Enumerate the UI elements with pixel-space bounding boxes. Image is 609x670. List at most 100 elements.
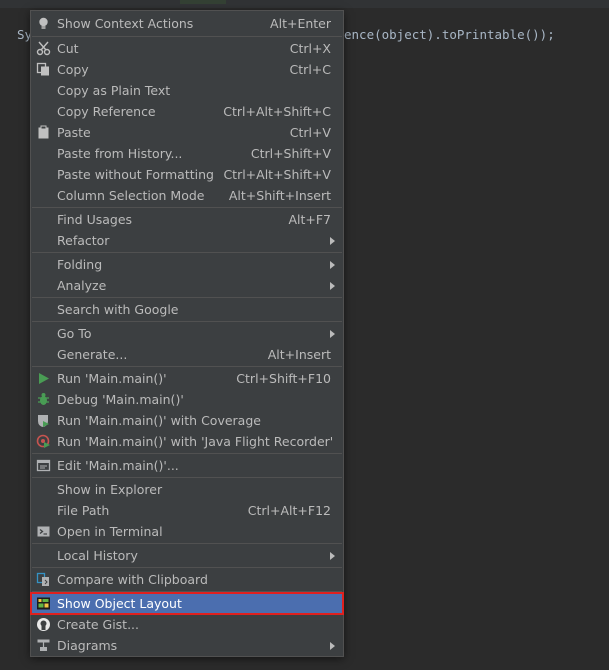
menu-item-run-with-jfr[interactable]: Run 'Main.main()' with 'Java Flight Reco… <box>31 431 343 452</box>
menu-item-label: Paste from History... <box>57 146 183 161</box>
menu-item-label: Compare with Clipboard <box>57 572 208 587</box>
menu-item-cut[interactable]: Cut Ctrl+X <box>31 38 343 59</box>
menu-item-copy-reference[interactable]: Copy Reference Ctrl+Alt+Shift+C <box>31 101 343 122</box>
menu-separator <box>32 321 342 322</box>
menu-item-label: Local History <box>57 548 138 563</box>
menu-separator <box>32 366 342 367</box>
editor-top-strip <box>0 0 609 8</box>
code-line-2-suffix[interactable]: ence(object).toPrintable()); <box>344 27 555 43</box>
editor-context-menu: Show Context Actions Alt+Enter Cut Ctrl+… <box>30 10 344 657</box>
menu-item-label: Run 'Main.main()' with 'Java Flight Reco… <box>57 434 334 449</box>
menu-item-label: Paste <box>57 125 91 140</box>
menu-item-copy-as-plain-text[interactable]: Copy as Plain Text <box>31 80 343 101</box>
menu-item-paste[interactable]: Paste Ctrl+V <box>31 122 343 143</box>
debug-icon <box>36 392 51 407</box>
menu-item-label: Copy <box>57 62 89 77</box>
menu-item-label: Analyze <box>57 278 107 293</box>
submenu-arrow-icon <box>330 261 335 269</box>
menu-item-paste-from-history[interactable]: Paste from History... Ctrl+Shift+V <box>31 143 343 164</box>
menu-item-label: Copy Reference <box>57 104 156 119</box>
menu-item-label: Edit 'Main.main()'... <box>57 458 179 473</box>
menu-item-shortcut: Ctrl+Shift+F10 <box>236 371 331 386</box>
menu-separator <box>32 453 342 454</box>
submenu-arrow-icon <box>330 642 335 650</box>
menu-item-label: Show Context Actions <box>57 16 194 31</box>
menu-item-label: Paste without Formatting <box>57 167 214 182</box>
menu-separator <box>32 297 342 298</box>
flight-recorder-icon <box>36 434 51 449</box>
menu-item-search-with-google[interactable]: Search with Google <box>31 299 343 320</box>
menu-item-label: Create Gist... <box>57 617 140 632</box>
editor-tab-indicator <box>180 0 226 4</box>
menu-item-label: Folding <box>57 257 103 272</box>
github-icon <box>36 617 51 632</box>
menu-item-debug-main[interactable]: Debug 'Main.main()' <box>31 389 343 410</box>
menu-item-shortcut: Ctrl+Alt+Shift+C <box>223 104 331 119</box>
copy-icon <box>36 62 51 77</box>
menu-item-copy[interactable]: Copy Ctrl+C <box>31 59 343 80</box>
menu-item-shortcut: Alt+Shift+Insert <box>228 188 331 203</box>
coverage-icon <box>36 413 51 428</box>
menu-item-show-object-layout[interactable]: Show Object Layout <box>30 592 344 615</box>
menu-item-label: Find Usages <box>57 212 133 227</box>
menu-item-find-usages[interactable]: Find Usages Alt+F7 <box>31 209 343 230</box>
menu-separator <box>32 36 342 37</box>
menu-separator <box>32 567 342 568</box>
menu-item-local-history[interactable]: Local History <box>31 545 343 566</box>
scissors-icon <box>36 41 51 56</box>
menu-item-folding[interactable]: Folding <box>31 254 343 275</box>
menu-item-shortcut: Ctrl+C <box>289 62 331 77</box>
menu-item-label: Refactor <box>57 233 110 248</box>
menu-item-create-gist[interactable]: Create Gist... <box>31 614 343 635</box>
menu-separator <box>32 591 342 592</box>
menu-item-label: Search with Google <box>57 302 179 317</box>
submenu-arrow-icon <box>330 237 335 245</box>
menu-item-label: File Path <box>57 503 110 518</box>
menu-item-compare-with-clipboard[interactable]: Compare with Clipboard <box>31 569 343 590</box>
menu-item-shortcut: Alt+F7 <box>288 212 331 227</box>
menu-item-shortcut: Ctrl+X <box>289 41 331 56</box>
menu-item-label: Show Object Layout <box>57 596 182 611</box>
diagram-icon <box>36 638 51 653</box>
edit-config-icon <box>36 458 51 473</box>
menu-item-file-path[interactable]: File Path Ctrl+Alt+F12 <box>31 500 343 521</box>
compare-icon <box>36 572 51 587</box>
menu-item-run-main[interactable]: Run 'Main.main()' Ctrl+Shift+F10 <box>31 368 343 389</box>
menu-item-label: Generate... <box>57 347 128 362</box>
menu-item-label: Column Selection Mode <box>57 188 205 203</box>
menu-item-label: Run 'Main.main()' <box>57 371 167 386</box>
submenu-arrow-icon <box>330 552 335 560</box>
menu-item-shortcut: Ctrl+V <box>289 125 331 140</box>
menu-item-open-in-terminal[interactable]: Open in Terminal <box>31 521 343 542</box>
menu-item-shortcut: Ctrl+Alt+F12 <box>247 503 331 518</box>
clipboard-icon <box>36 125 51 140</box>
menu-item-refactor[interactable]: Refactor <box>31 230 343 251</box>
menu-item-edit-main[interactable]: Edit 'Main.main()'... <box>31 455 343 476</box>
menu-item-generate[interactable]: Generate... Alt+Insert <box>31 344 343 365</box>
menu-item-column-selection-mode[interactable]: Column Selection Mode Alt+Shift+Insert <box>31 185 343 206</box>
menu-item-label: Diagrams <box>57 638 118 653</box>
menu-item-shortcut: Alt+Insert <box>267 347 331 362</box>
menu-item-label: Copy as Plain Text <box>57 83 171 98</box>
menu-separator <box>32 252 342 253</box>
submenu-arrow-icon <box>330 282 335 290</box>
menu-item-paste-without-formatting[interactable]: Paste without Formatting Ctrl+Alt+Shift+… <box>31 164 343 185</box>
menu-item-label: Open in Terminal <box>57 524 163 539</box>
menu-item-shortcut: Ctrl+Alt+Shift+V <box>223 167 331 182</box>
menu-item-show-context-actions[interactable]: Show Context Actions Alt+Enter <box>31 13 343 34</box>
terminal-icon <box>36 524 51 539</box>
menu-item-analyze[interactable]: Analyze <box>31 275 343 296</box>
menu-item-shortcut: Alt+Enter <box>270 16 331 31</box>
menu-item-label: Show in Explorer <box>57 482 163 497</box>
menu-item-shortcut: Ctrl+Shift+V <box>250 146 331 161</box>
object-layout-icon <box>36 596 51 611</box>
menu-separator <box>32 207 342 208</box>
menu-separator <box>32 477 342 478</box>
menu-item-label: Go To <box>57 326 92 341</box>
menu-item-run-with-coverage[interactable]: Run 'Main.main()' with Coverage <box>31 410 343 431</box>
lightbulb-icon <box>36 16 51 31</box>
menu-item-show-in-explorer[interactable]: Show in Explorer <box>31 479 343 500</box>
menu-item-go-to[interactable]: Go To <box>31 323 343 344</box>
menu-item-diagrams[interactable]: Diagrams <box>31 635 343 656</box>
menu-item-label: Cut <box>57 41 79 56</box>
